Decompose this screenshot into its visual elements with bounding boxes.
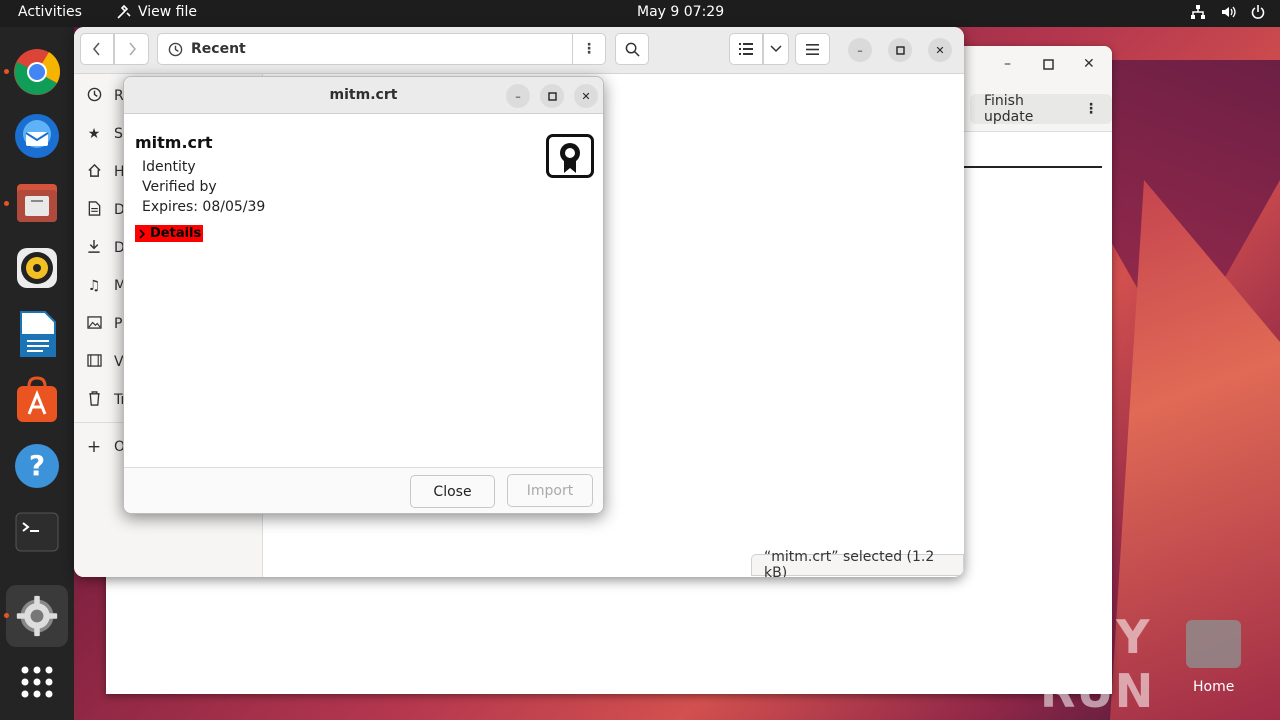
app-menu-icon bbox=[117, 4, 131, 19]
certificate-expiry: Expires: 08/05/39 bbox=[142, 199, 266, 215]
certificate-icon bbox=[546, 134, 594, 178]
search-button[interactable] bbox=[615, 33, 649, 65]
dialog-close-button[interactable]: ✕ bbox=[574, 84, 598, 108]
chevron-right-icon bbox=[128, 42, 136, 56]
main-menu-button[interactable] bbox=[795, 33, 830, 65]
search-icon bbox=[625, 42, 640, 57]
list-view-button[interactable] bbox=[729, 33, 763, 65]
progress-line bbox=[964, 166, 1102, 168]
chevron-left-icon bbox=[93, 42, 100, 56]
certificate-viewer-dialog: mitm.crt – ✕ mitm.crt Identity Verified … bbox=[123, 76, 604, 514]
rhythmbox-icon[interactable] bbox=[12, 243, 62, 293]
chevron-down-icon bbox=[770, 45, 782, 53]
selection-status: “mitm.crt” selected (1.2 kB) bbox=[751, 549, 964, 577]
forward-button[interactable] bbox=[114, 33, 149, 65]
kebab-menu-icon: ⋮ bbox=[582, 41, 596, 57]
home-folder-label[interactable]: Home bbox=[1193, 679, 1234, 695]
maximize-icon bbox=[895, 45, 905, 55]
writer-icon[interactable] bbox=[12, 309, 62, 359]
minimize-icon[interactable]: – bbox=[1004, 56, 1011, 72]
top-bar: Activities View file May 9 07:29 bbox=[0, 0, 1280, 27]
app-grid-icon[interactable] bbox=[12, 657, 62, 707]
documents-icon bbox=[86, 200, 102, 220]
activities-button[interactable]: Activities bbox=[18, 4, 82, 20]
app-menu[interactable]: View file bbox=[116, 4, 197, 20]
dialog-footer: Close Import bbox=[124, 467, 603, 513]
trash-icon bbox=[86, 390, 102, 410]
home-icon bbox=[86, 163, 102, 182]
minimize-button[interactable]: – bbox=[848, 38, 872, 62]
app-center-icon[interactable] bbox=[12, 375, 62, 425]
maximize-button[interactable] bbox=[888, 38, 912, 62]
pictures-icon bbox=[86, 315, 102, 333]
certificate-identity: Identity bbox=[142, 159, 196, 175]
thunderbird-icon[interactable] bbox=[12, 111, 62, 161]
chrome-icon[interactable] bbox=[12, 47, 62, 97]
sidebar-item-trash[interactable]: Tr bbox=[86, 388, 126, 412]
dialog-title: mitm.crt bbox=[329, 87, 398, 103]
dock: ? bbox=[0, 27, 74, 720]
dialog-titlebar: mitm.crt – ✕ bbox=[124, 77, 603, 114]
system-tray[interactable] bbox=[1190, 4, 1266, 20]
running-indicator bbox=[4, 201, 9, 206]
files-header-bar: Recent ⋮ – ✕ bbox=[74, 27, 964, 74]
sidebar-item-music[interactable]: ♫ M bbox=[86, 274, 126, 298]
location-bar[interactable]: Recent bbox=[157, 33, 598, 65]
watermark: ANY RUN bbox=[1040, 610, 1155, 718]
recent-icon bbox=[86, 87, 102, 106]
finish-update-label: Finish update bbox=[984, 93, 1034, 125]
view-options-button[interactable] bbox=[763, 33, 789, 65]
videos-icon bbox=[86, 353, 102, 371]
dialog-minimize-button[interactable]: – bbox=[506, 84, 530, 108]
svg-text:?: ? bbox=[29, 449, 45, 482]
sidebar-item-pictures[interactable]: Pi bbox=[86, 312, 126, 336]
location-label: Recent bbox=[191, 41, 246, 57]
music-icon: ♫ bbox=[87, 278, 101, 294]
location-menu-button[interactable]: ⋮ bbox=[572, 33, 606, 65]
chevron-right-icon bbox=[139, 228, 146, 239]
app-menu-label: View file bbox=[138, 4, 197, 20]
star-icon: ★ bbox=[87, 126, 101, 142]
volume-icon bbox=[1222, 6, 1236, 18]
finish-update-button[interactable]: Finish update ⋮ bbox=[970, 93, 1112, 125]
running-indicator bbox=[4, 69, 9, 74]
maximize-icon[interactable] bbox=[1043, 58, 1054, 74]
dialog-maximize-button[interactable] bbox=[540, 84, 564, 108]
sidebar-item-videos[interactable]: Vi bbox=[86, 350, 127, 374]
files-icon[interactable] bbox=[12, 177, 62, 227]
back-button[interactable] bbox=[80, 33, 114, 65]
details-label: Details bbox=[150, 226, 202, 241]
close-button[interactable]: ✕ bbox=[928, 38, 952, 62]
certificate-verified-by: Verified by bbox=[142, 179, 217, 195]
power-icon bbox=[1251, 5, 1265, 19]
close-icon[interactable]: ✕ bbox=[1083, 56, 1095, 72]
clock[interactable]: May 9 07:29 bbox=[637, 4, 724, 20]
settings-icon[interactable] bbox=[6, 585, 68, 647]
plus-icon: + bbox=[86, 437, 102, 457]
import-button[interactable]: Import bbox=[507, 474, 593, 507]
terminal-icon[interactable] bbox=[12, 507, 62, 557]
kebab-menu-icon[interactable]: ⋮ bbox=[1084, 101, 1098, 117]
home-folder-icon[interactable] bbox=[1186, 620, 1241, 668]
certificate-name: mitm.crt bbox=[135, 133, 213, 152]
close-button[interactable]: Close bbox=[410, 475, 495, 508]
maximize-icon bbox=[547, 91, 557, 101]
network-icon bbox=[1191, 5, 1205, 19]
downloads-icon bbox=[86, 239, 102, 258]
sidebar-item-other-locations[interactable]: + O bbox=[86, 435, 125, 459]
recent-icon bbox=[168, 42, 183, 56]
details-expander[interactable]: Details bbox=[135, 225, 204, 242]
help-icon[interactable]: ? bbox=[12, 441, 62, 491]
list-view-icon bbox=[739, 43, 753, 55]
hamburger-menu-icon bbox=[806, 43, 819, 55]
running-indicator bbox=[4, 613, 9, 618]
